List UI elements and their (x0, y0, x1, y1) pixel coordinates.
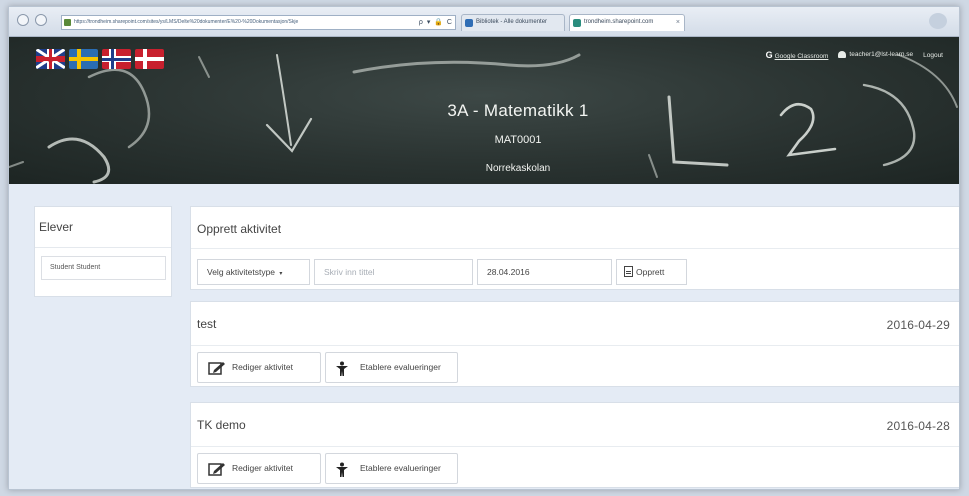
create-button[interactable]: Opprett (616, 259, 687, 285)
user-account[interactable]: teacher1@lst-learn.se (838, 51, 914, 59)
person-icon (336, 462, 348, 477)
students-title: Elever (39, 220, 74, 234)
danish-flag-icon[interactable] (135, 49, 164, 69)
course-header: G Google Classroom teacher1@lst-learn.se … (9, 37, 959, 184)
google-icon: G (765, 50, 773, 60)
google-classroom-link[interactable]: G Google Classroom (766, 50, 829, 60)
activity-card: TK demo 2016-04-28 Rediger aktivitet Eta… (190, 402, 959, 488)
address-bar[interactable]: https://trondheim.sharepoint.com/sites/y… (61, 15, 456, 30)
student-list-item[interactable]: Student Student (41, 256, 166, 280)
forward-button[interactable] (35, 14, 47, 26)
establish-evaluations-button[interactable]: Etablere evalueringer (325, 352, 458, 383)
date-input[interactable]: 28.04.2016 (477, 259, 612, 285)
edit-activity-label: Rediger aktivitet (232, 463, 293, 473)
uk-flag-icon[interactable] (36, 49, 65, 69)
user-icon (838, 51, 847, 59)
activity-card: test 2016-04-29 Rediger aktivitet Etable… (190, 301, 959, 387)
course-title: 3A - Matematikk 1 (447, 101, 589, 120)
tab-label: Bibliotek - Alle dokumenter (476, 19, 548, 25)
close-icon[interactable]: × (676, 15, 680, 30)
establish-evaluations-label: Etablere evalueringer (360, 463, 441, 473)
activity-date: 2016-04-28 (886, 419, 950, 433)
course-code: MAT0001 (494, 134, 542, 146)
activity-type-select[interactable]: Velg aktivitetstype ▾ (197, 259, 310, 285)
create-button-label: Opprett (636, 267, 665, 277)
edit-activity-button[interactable]: Rediger aktivitet (197, 453, 321, 484)
chevron-down-icon: ▾ (279, 271, 283, 277)
create-activity-panel: Opprett aktivitet Velg aktivitetstype ▾ … (190, 206, 959, 290)
establish-evaluations-button[interactable]: Etablere evalueringer (325, 453, 458, 484)
title-input[interactable]: Skriv inn tittel (314, 259, 473, 285)
address-tools[interactable]: ρ ▾ 🔒 C (419, 16, 453, 29)
user-email: teacher1@lst-learn.se (849, 51, 914, 59)
edit-icon (208, 463, 225, 476)
logout-link[interactable]: Logout (923, 52, 943, 59)
browser-window: https://trondheim.sharepoint.com/sites/y… (8, 6, 960, 490)
main-content: Elever Student Student Opprett aktivitet… (9, 184, 959, 489)
edit-icon (208, 362, 225, 375)
edit-activity-label: Rediger aktivitet (232, 362, 293, 372)
tab-trondheim[interactable]: trondheim.sharepoint.com × (569, 14, 685, 31)
document-icon (624, 266, 633, 277)
norwegian-flag-icon[interactable] (102, 49, 131, 69)
tab-bibliotek[interactable]: Bibliotek - Alle dokumenter (461, 14, 565, 31)
browser-toolbar: https://trondheim.sharepoint.com/sites/y… (9, 7, 959, 37)
sharepoint-icon (573, 19, 581, 27)
students-panel: Elever Student Student (34, 206, 172, 297)
school-name: Norrekaskolan (485, 163, 551, 174)
language-flags (36, 49, 164, 69)
activity-name: test (197, 317, 217, 331)
google-classroom-label: Google Classroom (774, 53, 829, 60)
header-user-links: G Google Classroom teacher1@lst-learn.se … (766, 50, 943, 60)
person-icon (336, 361, 348, 376)
smiley-icon[interactable] (929, 13, 947, 29)
lock-icon (64, 19, 71, 26)
establish-evaluations-label: Etablere evalueringer (360, 362, 441, 372)
tab-label: trondheim.sharepoint.com (584, 19, 654, 25)
activity-type-label: Velg aktivitetstype (207, 267, 276, 277)
create-activity-title: Opprett aktivitet (197, 222, 282, 236)
edit-activity-button[interactable]: Rediger aktivitet (197, 352, 321, 383)
address-url: https://trondheim.sharepoint.com/sites/y… (74, 19, 299, 25)
back-button[interactable] (17, 14, 29, 26)
swedish-flag-icon[interactable] (69, 49, 98, 69)
activity-name: TK demo (197, 418, 246, 432)
sharepoint-icon (465, 19, 473, 27)
activity-date: 2016-04-29 (886, 318, 950, 332)
